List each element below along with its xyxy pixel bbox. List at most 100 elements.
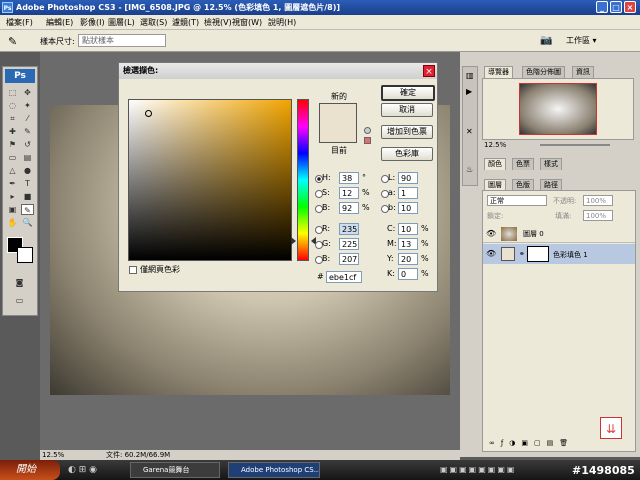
chain-link-icon[interactable]: ⚭ [519, 250, 525, 258]
camera-icon[interactable]: 📷 [540, 35, 552, 46]
eyedropper-tool-icon[interactable]: ✎ [21, 204, 34, 215]
layer-name[interactable]: 圖層 0 [523, 229, 544, 239]
slice-tool-icon[interactable]: ⁄ [21, 113, 34, 124]
system-tray-icons[interactable]: ▣▣▣▣▣▣▣▣ [440, 465, 516, 474]
color-libraries-button[interactable]: 色彩庫 [381, 147, 433, 161]
visibility-eye-icon[interactable]: 👁 [486, 229, 496, 238]
menu-file[interactable]: 檔案(F) [6, 15, 33, 30]
marquee-tool-icon[interactable]: ⬚ [6, 87, 19, 98]
layer-mask-thumbnail[interactable] [527, 246, 549, 262]
color-field[interactable] [128, 99, 292, 261]
history-panel-icon[interactable]: ▥ [466, 71, 474, 80]
gamut-warning-icon[interactable] [364, 127, 371, 134]
dodge-tool-icon[interactable]: ● [21, 165, 34, 176]
navigator-zoom[interactable]: 12.5% [484, 141, 506, 149]
healing-tool-icon[interactable]: ✚ [6, 126, 19, 137]
tab-swatches[interactable]: 色票 [512, 158, 534, 170]
g-field[interactable]: 225 [339, 238, 359, 250]
lasso-tool-icon[interactable]: ◌ [6, 100, 19, 111]
sample-size-select[interactable]: 點狀樣本 [78, 34, 166, 47]
navigator-thumbnail[interactable] [519, 83, 597, 135]
m-label: M: [387, 239, 397, 248]
layer-name[interactable]: 色彩填色 1 [553, 250, 588, 260]
quicklaunch-icons[interactable]: ◐ ⊞ ◉ [68, 465, 97, 475]
magic-wand-icon[interactable]: ✦ [21, 100, 34, 111]
l-field[interactable]: 90 [398, 172, 418, 184]
shape-tool-icon[interactable]: ■ [21, 191, 34, 202]
menu-window[interactable]: 視窗(W) [232, 15, 262, 30]
add-to-swatches-button[interactable]: 增加到色票 [381, 125, 433, 139]
notes-tool-icon[interactable]: ▣ [6, 204, 19, 215]
web-color-warning-icon[interactable] [364, 137, 371, 144]
history-brush-icon[interactable]: ↺ [21, 139, 34, 150]
brushes-panel-icon[interactable]: ♨ [466, 165, 473, 174]
background-color-swatch[interactable] [17, 247, 33, 263]
h-field[interactable]: 38 [339, 172, 359, 184]
b-field[interactable]: 92 [339, 202, 359, 214]
tab-histogram[interactable]: 色階分佈圖 [522, 66, 565, 78]
tool-presets-icon[interactable]: ✕ [466, 127, 473, 136]
navigator-zoom-slider[interactable] [540, 144, 610, 146]
type-tool-icon[interactable]: T [21, 178, 34, 189]
hue-slider[interactable] [297, 99, 309, 261]
c-field[interactable]: 10 [398, 223, 418, 235]
lab-b-field[interactable]: 10 [398, 202, 418, 214]
zoom-tool-icon[interactable]: 🔍 [21, 217, 34, 228]
workspace-menu[interactable]: 工作區 ▾ [566, 35, 597, 46]
menu-image[interactable]: 影像(I) [80, 15, 105, 30]
task-garena[interactable]: Garena競舞台 [130, 462, 220, 478]
a-field[interactable]: 1 [398, 187, 418, 199]
menu-edit[interactable]: 編輯(E) [46, 15, 73, 30]
menu-filter[interactable]: 濾鏡(T) [172, 15, 199, 30]
pen-tool-icon[interactable]: ✒ [6, 178, 19, 189]
s-field[interactable]: 12 [339, 187, 359, 199]
tab-styles[interactable]: 樣式 [540, 158, 562, 170]
web-only-checkbox[interactable] [129, 266, 137, 274]
menu-view[interactable]: 檢視(V) [204, 15, 232, 30]
status-zoom[interactable]: 12.5% [42, 450, 64, 460]
path-select-icon[interactable]: ▸ [6, 191, 19, 202]
move-tool-icon[interactable]: ✥ [21, 87, 34, 98]
hand-tool-icon[interactable]: ✋ [6, 217, 19, 228]
blend-mode-select[interactable]: 正常 [487, 195, 547, 206]
color-field-cursor[interactable] [145, 110, 152, 117]
opacity-field[interactable]: 100% [583, 195, 613, 206]
visibility-eye-icon[interactable]: 👁 [486, 249, 496, 258]
maximize-button[interactable]: □ [610, 1, 622, 13]
ok-button[interactable]: 確定 [381, 85, 435, 101]
hue-slider-left-arrow-icon[interactable] [291, 237, 296, 245]
crop-tool-icon[interactable]: ⌗ [6, 113, 19, 124]
close-window-button[interactable]: × [624, 1, 636, 13]
fill-field[interactable]: 100% [583, 210, 613, 221]
m-field[interactable]: 13 [398, 238, 418, 250]
layer-row[interactable]: 👁 圖層 0 [483, 225, 635, 243]
dialog-close-button[interactable]: × [423, 65, 435, 77]
menu-help[interactable]: 說明(H) [268, 15, 296, 30]
minimize-button[interactable]: _ [596, 1, 608, 13]
blue-field[interactable]: 207 [339, 253, 359, 265]
actions-panel-icon[interactable]: ▶ [466, 87, 472, 96]
start-button[interactable]: 開始 [0, 460, 60, 480]
y-field[interactable]: 20 [398, 253, 418, 265]
menu-layer[interactable]: 圖層(L) [108, 15, 135, 30]
r-field[interactable]: 235 [339, 223, 359, 235]
cancel-button[interactable]: 取消 [381, 103, 433, 117]
bottom-action-icon[interactable]: ⇊ [600, 417, 622, 439]
task-photoshop[interactable]: Adobe Photoshop CS... [228, 462, 320, 478]
gradient-tool-icon[interactable]: ▤ [21, 152, 34, 163]
tab-navigator[interactable]: 導覽器 [484, 66, 513, 78]
menu-select[interactable]: 選取(S) [140, 15, 167, 30]
tab-color[interactable]: 顏色 [484, 158, 506, 170]
layer-footer-icons[interactable]: ∞ƒ◑▣▢▤🗑 [489, 439, 574, 447]
layer-row[interactable]: 👁 ⚭ 色彩填色 1 [483, 244, 635, 264]
eyedropper-icon[interactable]: ✎ [8, 35, 17, 48]
screen-mode-icon[interactable]: ▭ [13, 295, 26, 306]
stamp-tool-icon[interactable]: ⚑ [6, 139, 19, 150]
quick-mask-icon[interactable]: ◙ [13, 277, 26, 288]
blur-tool-icon[interactable]: △ [6, 165, 19, 176]
hex-field[interactable]: ebe1cf [326, 271, 362, 283]
k-field[interactable]: 0 [398, 268, 418, 280]
eraser-tool-icon[interactable]: ▭ [6, 152, 19, 163]
tab-info[interactable]: 資訊 [572, 66, 594, 78]
brush-tool-icon[interactable]: ✎ [21, 126, 34, 137]
